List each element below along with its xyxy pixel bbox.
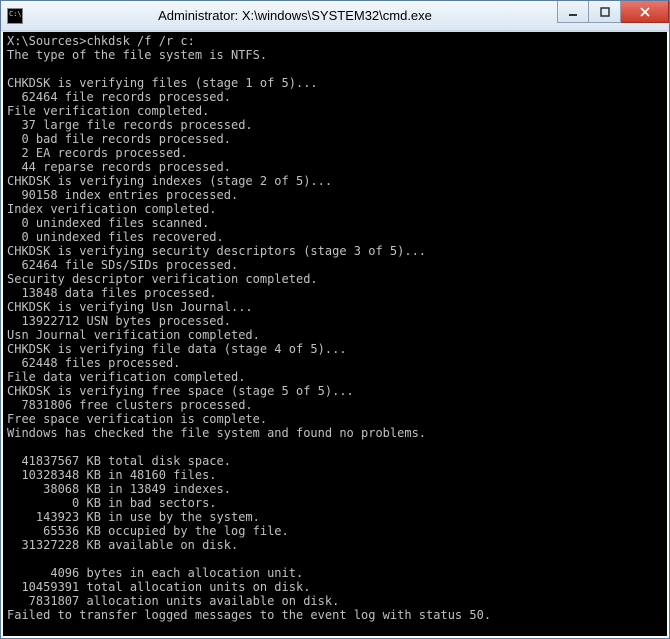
terminal-line: CHKDSK is verifying file data (stage 4 o… bbox=[7, 342, 663, 356]
terminal-line: 143923 KB in use by the system. bbox=[7, 510, 663, 524]
terminal-line: Windows has checked the file system and … bbox=[7, 426, 663, 440]
terminal-line: 0 KB in bad sectors. bbox=[7, 496, 663, 510]
cmd-icon bbox=[7, 8, 23, 24]
terminal-line: Index verification completed. bbox=[7, 202, 663, 216]
terminal-line: 90158 index entries processed. bbox=[7, 188, 663, 202]
terminal-line: 38068 KB in 13849 indexes. bbox=[7, 482, 663, 496]
cmd-window: Administrator: X:\windows\SYSTEM32\cmd.e… bbox=[0, 0, 670, 639]
terminal-line: 62464 file records processed. bbox=[7, 90, 663, 104]
terminal-line: File data verification completed. bbox=[7, 370, 663, 384]
terminal-line: The type of the file system is NTFS. bbox=[7, 48, 663, 62]
terminal-line: Free space verification is complete. bbox=[7, 412, 663, 426]
terminal-line: 10328348 KB in 48160 files. bbox=[7, 468, 663, 482]
close-icon bbox=[639, 7, 651, 17]
maximize-button[interactable] bbox=[589, 1, 621, 23]
terminal-line: 62464 file SDs/SIDs processed. bbox=[7, 258, 663, 272]
terminal-line: 13922712 USN bytes processed. bbox=[7, 314, 663, 328]
terminal-output[interactable]: X:\Sources>chkdsk /f /r c:The type of th… bbox=[1, 31, 669, 638]
terminal-line: 10459391 total allocation units on disk. bbox=[7, 580, 663, 594]
terminal-line: CHKDSK is verifying free space (stage 5 … bbox=[7, 384, 663, 398]
terminal-line: 0 unindexed files scanned. bbox=[7, 216, 663, 230]
window-title: Administrator: X:\windows\SYSTEM32\cmd.e… bbox=[31, 8, 559, 23]
terminal-line: 37 large file records processed. bbox=[7, 118, 663, 132]
titlebar[interactable]: Administrator: X:\windows\SYSTEM32\cmd.e… bbox=[1, 1, 669, 31]
terminal-line bbox=[7, 62, 663, 76]
terminal-line: CHKDSK is verifying security descriptors… bbox=[7, 244, 663, 258]
terminal-line: 65536 KB occupied by the log file. bbox=[7, 524, 663, 538]
terminal-line: 0 unindexed files recovered. bbox=[7, 230, 663, 244]
terminal-line: CHKDSK is verifying indexes (stage 2 of … bbox=[7, 174, 663, 188]
window-controls bbox=[557, 1, 669, 23]
minimize-button[interactable] bbox=[557, 1, 589, 23]
terminal-line: 7831807 allocation units available on di… bbox=[7, 594, 663, 608]
terminal-line: Usn Journal verification completed. bbox=[7, 328, 663, 342]
terminal-line: 13848 data files processed. bbox=[7, 286, 663, 300]
maximize-icon bbox=[600, 7, 610, 17]
terminal-line bbox=[7, 440, 663, 454]
terminal-line: 2 EA records processed. bbox=[7, 146, 663, 160]
minimize-icon bbox=[568, 7, 578, 17]
terminal-line: CHKDSK is verifying files (stage 1 of 5)… bbox=[7, 76, 663, 90]
terminal-line: 0 bad file records processed. bbox=[7, 132, 663, 146]
terminal-line bbox=[7, 552, 663, 566]
terminal-line: Security descriptor verification complet… bbox=[7, 272, 663, 286]
terminal-line: 44 reparse records processed. bbox=[7, 160, 663, 174]
terminal-line: 7831806 free clusters processed. bbox=[7, 398, 663, 412]
terminal-line: 62448 files processed. bbox=[7, 356, 663, 370]
terminal-line: X:\Sources>chkdsk /f /r c: bbox=[7, 34, 663, 48]
terminal-line: Failed to transfer logged messages to th… bbox=[7, 608, 663, 622]
terminal-line: 31327228 KB available on disk. bbox=[7, 538, 663, 552]
close-button[interactable] bbox=[621, 1, 669, 23]
terminal-line: 41837567 KB total disk space. bbox=[7, 454, 663, 468]
terminal-line: CHKDSK is verifying Usn Journal... bbox=[7, 300, 663, 314]
terminal-line: File verification completed. bbox=[7, 104, 663, 118]
terminal-line: 4096 bytes in each allocation unit. bbox=[7, 566, 663, 580]
